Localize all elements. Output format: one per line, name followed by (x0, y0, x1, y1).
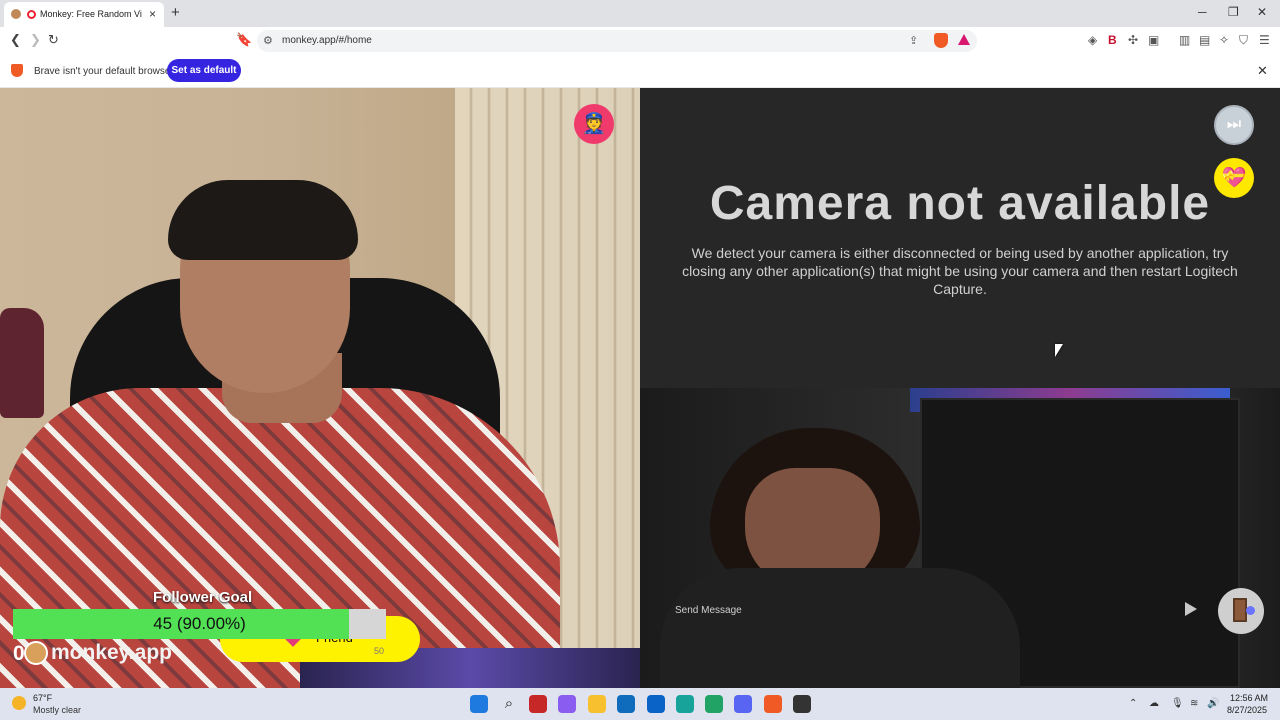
follower-goal-widget: Follower Goal 45 (90.00%) (0, 589, 400, 689)
gift-heart-button[interactable]: 💝 (1214, 158, 1254, 198)
back-icon[interactable]: ❮ (10, 33, 21, 47)
self-video (640, 388, 1280, 688)
send-message-input[interactable] (655, 596, 1180, 624)
chat-bar (655, 596, 1210, 624)
monkey-logo-icon (24, 641, 48, 665)
app-icon-1[interactable] (529, 695, 547, 713)
camera-error-heading: Camera not available (709, 177, 1211, 230)
edge-icon[interactable] (676, 695, 694, 713)
tab-close-icon[interactable]: × (149, 7, 156, 21)
tab-monkey[interactable]: Monkey: Free Random Video Chat × (4, 2, 164, 27)
tab-strip: Monkey: Free Random Video Chat × + ─ ❐ ✕ (0, 0, 1280, 27)
menu-icon[interactable]: ☰ (1259, 33, 1270, 47)
recording-indicator-icon (27, 10, 36, 19)
infobar-close-icon[interactable]: ✕ (1257, 63, 1268, 79)
local-camera-panel: Camera not available We detect your came… (640, 88, 1280, 388)
brave-rewards-icon[interactable] (958, 34, 970, 45)
onedrive-icon[interactable]: ☁ (1149, 698, 1159, 709)
camera-error-message: We detect your camera is either disconne… (682, 245, 1238, 297)
start-icon[interactable] (470, 695, 488, 713)
site-settings-icon[interactable]: ⚙ (263, 34, 273, 47)
discord-icon[interactable] (734, 695, 752, 713)
close-window-button[interactable]: ✕ (1257, 5, 1267, 19)
report-police-button[interactable]: 👮 (574, 104, 614, 144)
infobar-message: Brave isn't your default browser (34, 66, 174, 77)
wallet-icon[interactable]: ▤ (1199, 33, 1210, 47)
tab-search-icon[interactable]: ▣ (1148, 33, 1159, 47)
door-icon (1233, 598, 1247, 622)
exit-door-button[interactable] (1218, 588, 1264, 634)
volume-icon[interactable]: 🔊 (1207, 698, 1219, 709)
taskbar: 67°F Mostly clear ⌕ ⌃ ☁ 🎙 ≋ 🔊 12:56 AM 8… (0, 688, 1280, 720)
weather-condition[interactable]: Mostly clear (33, 705, 81, 715)
address-bar[interactable]: ⚙ monkey.app/#/home ⇪ (257, 30, 977, 52)
foam-finger-decoration (0, 308, 44, 418)
sidebar-icon[interactable]: ▥ (1179, 33, 1190, 47)
microphone-icon[interactable]: 🎙 (1171, 698, 1184, 709)
search-icon[interactable]: ⌕ (500, 695, 518, 713)
black-shirt (660, 568, 1020, 688)
tab-title: Monkey: Free Random Video Chat (40, 9, 142, 19)
follower-goal-label: Follower Goal (153, 589, 253, 606)
new-tab-button[interactable]: + (171, 5, 180, 20)
forward-icon[interactable]: ❯ (30, 33, 41, 47)
weather-temperature[interactable]: 67°F (33, 693, 52, 703)
set-as-default-button[interactable]: Set as default (167, 59, 241, 82)
default-browser-infobar: Brave isn't your default browser Set as … (0, 54, 1280, 88)
app-icon-2[interactable] (705, 695, 723, 713)
clock-date[interactable]: 8/27/2025 (1227, 705, 1267, 715)
wifi-icon[interactable]: ≋ (1190, 698, 1198, 709)
extensions-icon[interactable]: ✣ (1128, 33, 1138, 47)
monkey-favicon-icon (11, 9, 21, 19)
tray-chevron-icon[interactable]: ⌃ (1129, 698, 1137, 709)
copilot-icon[interactable] (558, 695, 576, 713)
clock-time[interactable]: 12:56 AM (1230, 693, 1268, 703)
leo-ai-icon[interactable]: ✧ (1219, 33, 1229, 47)
weather-icon[interactable] (12, 696, 26, 710)
brave-logo-icon (11, 64, 23, 77)
store-icon[interactable] (617, 695, 635, 713)
reload-icon[interactable]: ↻ (48, 33, 59, 47)
extension-b-icon[interactable]: B (1108, 33, 1117, 47)
vpn-icon[interactable]: ◈ (1088, 33, 1097, 47)
follower-count: 0 (13, 642, 25, 665)
vpn-shield-icon[interactable]: ⛉ (1239, 33, 1248, 47)
brave-shields-icon[interactable] (934, 33, 948, 48)
maximize-button[interactable]: ❐ (1228, 5, 1239, 19)
outlook-icon[interactable] (647, 695, 665, 713)
minimize-button[interactable]: ─ (1198, 5, 1207, 19)
follower-goal-value: 45 (90.00%) (153, 614, 246, 633)
brand-name: monkey.app (51, 641, 172, 664)
share-icon[interactable]: ⇪ (909, 34, 918, 47)
app-icon-3[interactable] (793, 695, 811, 713)
send-icon[interactable] (1185, 602, 1197, 616)
person-hair (168, 180, 358, 260)
file-explorer-icon[interactable] (588, 695, 606, 713)
url-text[interactable]: monkey.app/#/home (282, 35, 372, 46)
exit-arrow-icon (1246, 606, 1255, 615)
bookmark-icon[interactable]: 🔖 (236, 33, 252, 47)
mouse-cursor-icon (1055, 344, 1063, 357)
skip-button[interactable]: ⏭ (1214, 105, 1254, 145)
brave-taskbar-icon[interactable] (764, 695, 782, 713)
